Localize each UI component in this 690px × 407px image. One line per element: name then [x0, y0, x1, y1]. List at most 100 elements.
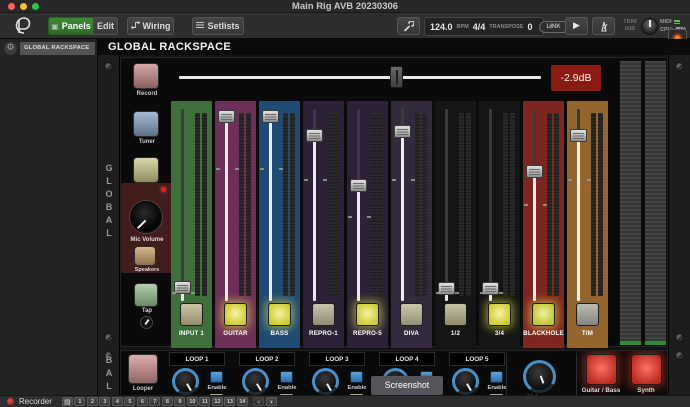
- channel-mute-button[interactable]: [268, 303, 291, 326]
- fader-handle[interactable]: [570, 129, 587, 142]
- page-home-button[interactable]: ▤: [62, 397, 73, 406]
- fader-handle[interactable]: [350, 179, 367, 192]
- page-button-9[interactable]: 9: [174, 397, 185, 406]
- fader-handle[interactable]: [482, 282, 499, 295]
- page-next-button[interactable]: ›: [266, 397, 277, 406]
- level-meter: [246, 113, 251, 296]
- channel-mute-button[interactable]: [180, 303, 203, 326]
- panels-icon: ▣: [51, 22, 59, 31]
- tim-mix-button[interactable]: [133, 157, 159, 183]
- page-button-10[interactable]: 10: [187, 397, 198, 406]
- channel-mute-button[interactable]: [488, 303, 511, 326]
- page-button-2[interactable]: 2: [87, 397, 98, 406]
- level-meter: [591, 113, 596, 296]
- tuner-button[interactable]: [133, 111, 159, 137]
- channel-mute-button[interactable]: [444, 303, 467, 326]
- tap-tempo-button[interactable]: [134, 283, 158, 307]
- guitar-bass-button[interactable]: [586, 354, 617, 385]
- recorder-label[interactable]: Recorder: [19, 397, 52, 406]
- loop-enable-button[interactable]: [350, 371, 363, 383]
- page-button-12[interactable]: 12: [212, 397, 223, 406]
- rack-view: GLOBAL BAL Record Tuner Tim Mix Mic Volu…: [98, 55, 690, 395]
- channel-strip-tim: TIM: [567, 101, 608, 348]
- level-meter: [466, 113, 471, 296]
- fader-track: [357, 109, 360, 301]
- app-window: Main Rig AVB 20230306 ▣ Panels Edit Wiri…: [0, 0, 690, 407]
- metronome-icon: [599, 21, 609, 32]
- channel-mute-button[interactable]: [532, 303, 555, 326]
- channel-mute-button[interactable]: [576, 303, 599, 326]
- channel-label: TIM: [567, 330, 608, 337]
- looper-button[interactable]: [128, 354, 158, 384]
- record-button[interactable]: [133, 63, 159, 89]
- fader-handle[interactable]: [218, 110, 235, 123]
- channel-mute-button[interactable]: [224, 303, 247, 326]
- transpose-value: 0: [528, 22, 533, 32]
- level-meter: [202, 113, 207, 296]
- sidebar-item-global-rackspace[interactable]: GLOBAL RACKSPACE: [20, 42, 95, 55]
- level-meter: [510, 113, 515, 296]
- setlists-icon: [196, 21, 204, 31]
- tab-edit[interactable]: Edit: [94, 17, 118, 35]
- metronome-button[interactable]: [592, 17, 615, 35]
- page-button-13[interactable]: 13: [224, 397, 235, 406]
- tune-button[interactable]: [397, 17, 420, 35]
- page-button-4[interactable]: 4: [112, 397, 123, 406]
- midi-label: MIDI: [660, 19, 672, 25]
- channel-label: 1/2: [435, 330, 476, 337]
- tab-panels[interactable]: ▣ Panels: [48, 17, 94, 35]
- tab-setlists[interactable]: Setlists: [192, 17, 244, 35]
- master-trim-knob[interactable]: [641, 18, 658, 35]
- mic-volume-knob[interactable]: [130, 201, 162, 233]
- rack-rail-left: GLOBAL BAL: [98, 55, 120, 395]
- tab-wiring[interactable]: Wiring: [127, 17, 174, 35]
- fader-handle[interactable]: [262, 110, 279, 123]
- cursor-tooltip: Screenshot: [371, 376, 443, 395]
- channel-strip-guitar: GUITAR: [215, 101, 256, 348]
- page-prev-button[interactable]: ‹: [253, 397, 264, 406]
- channel-mute-button[interactable]: [312, 303, 335, 326]
- page-button-6[interactable]: 6: [137, 397, 148, 406]
- master-slider-handle[interactable]: [390, 66, 403, 88]
- fader-handle[interactable]: [306, 129, 323, 142]
- master-slider-track[interactable]: [179, 76, 541, 79]
- loop-volume-knob[interactable]: [242, 368, 269, 395]
- loop-volume-knob[interactable]: [172, 368, 199, 395]
- page-button-1[interactable]: 1: [74, 397, 85, 406]
- fader-handle[interactable]: [438, 282, 455, 295]
- chevron-down-icon[interactable]: ▾: [549, 22, 553, 31]
- gear-icon[interactable]: ⚙: [4, 42, 17, 55]
- looper-volume-knob[interactable]: [523, 360, 556, 393]
- synth-button[interactable]: [631, 354, 662, 385]
- page-button-11[interactable]: 11: [199, 397, 210, 406]
- master-meter-right: [644, 60, 667, 346]
- page-button-7[interactable]: 7: [149, 397, 160, 406]
- loop-enable-button[interactable]: [280, 371, 293, 383]
- channel-mute-button[interactable]: [356, 303, 379, 326]
- wiring-icon: [131, 21, 140, 31]
- page-button-5[interactable]: 5: [124, 397, 135, 406]
- main-header: GLOBAL RACKSPACE: [98, 39, 690, 55]
- fader-handle[interactable]: [394, 125, 411, 138]
- loop-enable-button[interactable]: [210, 371, 223, 383]
- loop-enable-button[interactable]: [490, 371, 503, 383]
- channel-mute-button[interactable]: [400, 303, 423, 326]
- page-button-3[interactable]: 3: [99, 397, 110, 406]
- tempo-display[interactable]: 124.0 BPM 4/4 TRANSPOSE 0 LINK: [424, 17, 544, 36]
- channel-label: GUITAR: [215, 330, 256, 337]
- channel-label: 3/4: [479, 330, 520, 337]
- page-button-8[interactable]: 8: [162, 397, 173, 406]
- loop-volume-knob[interactable]: [312, 368, 339, 395]
- channel-label: BLACKHOLE: [523, 330, 564, 337]
- fader-handle[interactable]: [526, 165, 543, 178]
- bpm-value: 124.0: [430, 22, 453, 32]
- loop-name-box: LOOP 5: [449, 352, 505, 366]
- enable-label: Enable: [342, 385, 372, 391]
- page-button-14[interactable]: 14: [237, 397, 248, 406]
- loop-volume-knob[interactable]: [452, 368, 479, 395]
- speakers-button[interactable]: [134, 246, 156, 266]
- play-button[interactable]: ▶: [565, 17, 588, 35]
- gig-performer-logo-icon: [8, 15, 34, 41]
- fader-handle[interactable]: [174, 281, 191, 294]
- screw-icon: [675, 62, 684, 71]
